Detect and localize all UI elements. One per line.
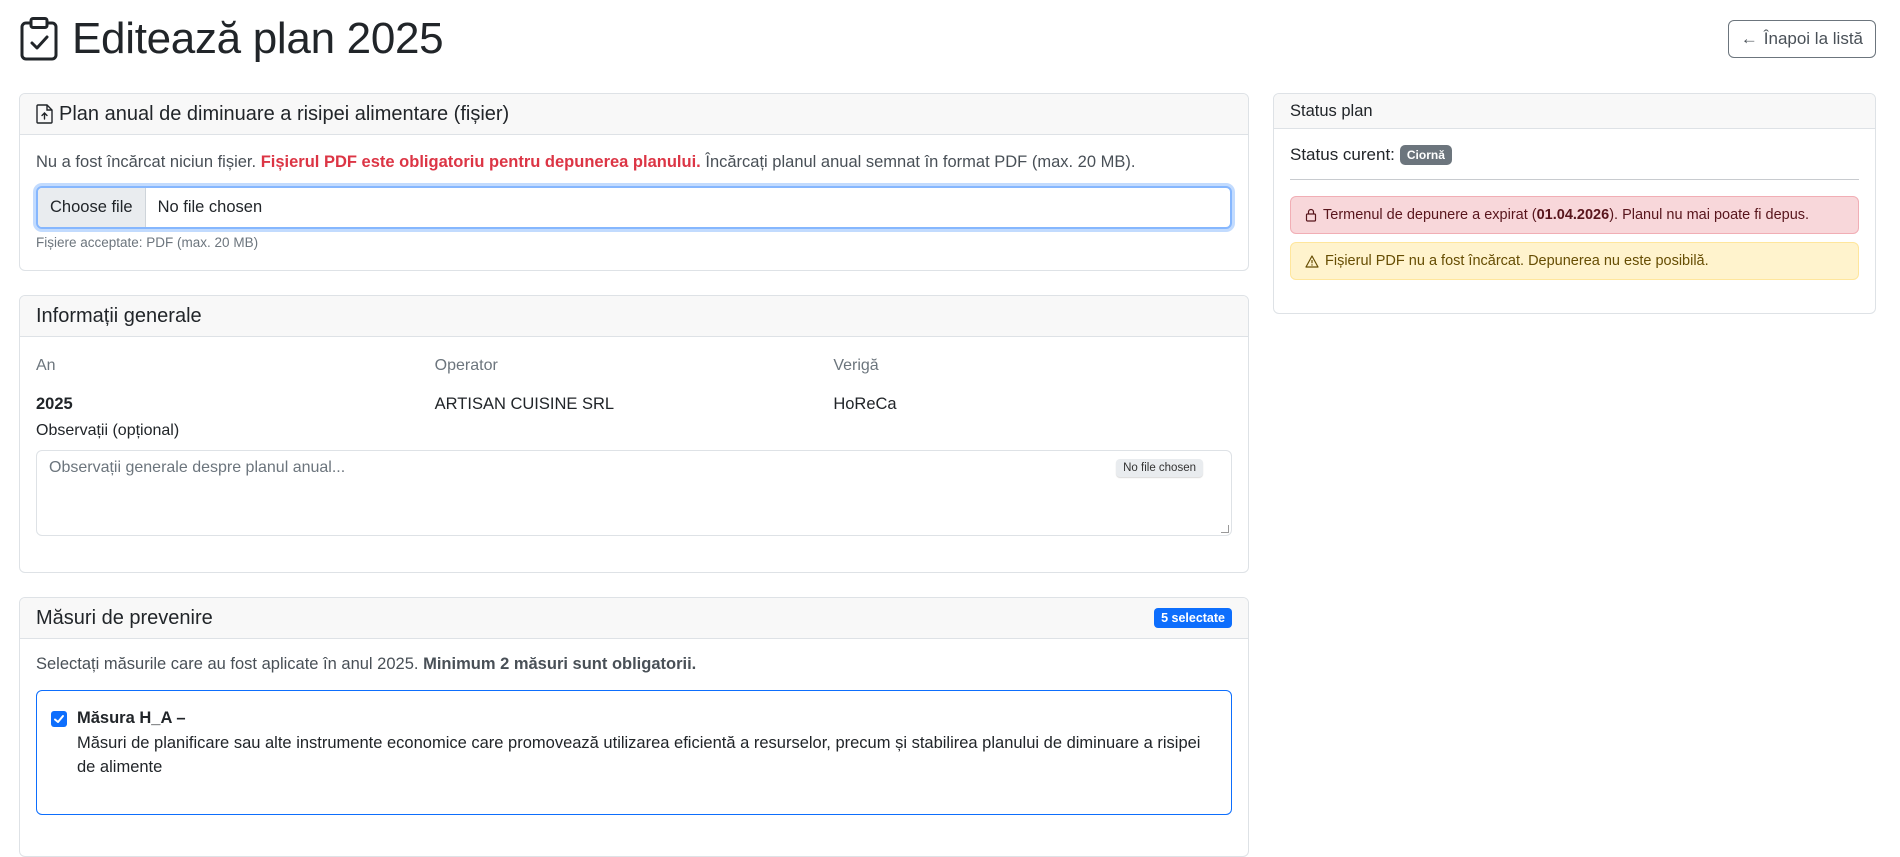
deadline-alert: Termenul de depunere a expirat (01.04.20… xyxy=(1290,196,1859,234)
plan-file-card-body: Nu a fost încărcat niciun fișier. Fișier… xyxy=(20,135,1248,266)
page-title: Editează plan 2025 xyxy=(72,14,444,63)
warning-triangle-icon xyxy=(1305,254,1319,268)
observations-label: Observații (opțional) xyxy=(36,422,180,439)
upload-status-prefix: Nu a fost încărcat niciun fișier. xyxy=(36,153,257,171)
measures-intro-text: Selectați măsurile care au fost aplicate… xyxy=(36,655,419,673)
arrow-left-icon: ← xyxy=(1740,29,1758,48)
divider xyxy=(1290,179,1859,180)
measure-description: Măsuri de planificare sau alte instrumen… xyxy=(77,734,1201,776)
deadline-alert-prefix: Termenul de depunere a expirat ( xyxy=(1323,207,1537,223)
check-icon xyxy=(54,715,64,723)
file-help-text: Fișiere acceptate: PDF (max. 20 MB) xyxy=(36,235,259,251)
status-card: Status plan Status curent: Ciornă Termen… xyxy=(1273,93,1876,314)
current-status-label: Status curent: xyxy=(1290,145,1395,164)
operator-label: Operator xyxy=(434,357,498,374)
operator-value: ARTISAN CUISINE SRL xyxy=(434,395,615,413)
status-card-title: Status plan xyxy=(1290,101,1373,120)
measures-intro: Selectați măsurile care au fost aplicate… xyxy=(36,655,1232,674)
back-to-list-button[interactable]: ← Înapoi la listă xyxy=(1727,20,1876,58)
pdf-file-input[interactable]: Choose file No file chosen xyxy=(36,186,1232,230)
status-card-body: Status curent: Ciornă Termenul de depune… xyxy=(1274,129,1875,296)
year-value: 2025 xyxy=(36,395,73,413)
deadline-alert-suffix: ). Planul nu mai poate fi depus. xyxy=(1609,207,1810,223)
chain-value: HoReCa xyxy=(833,395,897,413)
file-chosen-status: No file chosen xyxy=(157,198,263,217)
info-grid: An 2025 Operator ARTISAN CUISINE SRL Ver… xyxy=(36,353,1232,414)
general-info-card-body: An 2025 Operator ARTISAN CUISINE SRL Ver… xyxy=(20,337,1248,552)
deadline-date: 01.04.2026 xyxy=(1536,207,1610,223)
pdf-missing-alert-text: Fișierul PDF nu a fost încărcat. Depuner… xyxy=(1325,253,1709,269)
observations-placeholder: Observații generale despre planul anual.… xyxy=(49,459,346,476)
selected-count-badge: 5 selectate xyxy=(1154,608,1232,628)
resize-handle-icon[interactable] xyxy=(1221,525,1229,533)
measure-checkbox[interactable] xyxy=(51,711,67,727)
pdf-missing-alert: Fișierul PDF nu a fost încărcat. Depuner… xyxy=(1290,242,1859,280)
measure-title: Măsura H_A – xyxy=(77,709,186,727)
prevention-measures-card-body: Selectați măsurile care au fost aplicate… xyxy=(20,639,1248,831)
lock-icon xyxy=(1305,208,1317,222)
measure-item[interactable]: Măsura H_A – Măsuri de planificare sau a… xyxy=(36,690,1232,815)
deadline-alert-text: Termenul de depunere a expirat (01.04.20… xyxy=(1323,207,1809,223)
upload-instructions-text: Încărcați planul anual semnat în format … xyxy=(705,153,1136,171)
plan-file-card-header: Plan anual de diminuare a risipei alimen… xyxy=(20,94,1248,135)
prevention-measures-card: Măsuri de prevenire 5 selectate Selectaț… xyxy=(19,597,1249,857)
status-card-header: Status plan xyxy=(1274,94,1875,129)
upload-required-text: Fișierul PDF este obligatoriu pentru dep… xyxy=(260,153,701,171)
observations-file-pill: No file chosen xyxy=(1116,459,1203,477)
plan-file-card-title: Plan anual de diminuare a risipei alimen… xyxy=(36,103,509,126)
year-label: An xyxy=(36,357,56,374)
year-field: An 2025 xyxy=(36,353,435,414)
measures-intro-bold: Minimum 2 măsuri sunt obligatorii. xyxy=(423,655,697,673)
general-info-card-header: Informații generale xyxy=(20,296,1248,337)
plan-file-title-text: Plan anual de diminuare a risipei alimen… xyxy=(59,102,510,125)
general-info-card: Informații generale An 2025 Operator ART… xyxy=(19,295,1249,573)
chain-field: Verigă HoReCa xyxy=(833,353,1232,414)
page-header: Editează plan 2025 ← Înapoi la listă xyxy=(20,14,1876,64)
choose-file-button[interactable]: Choose file xyxy=(38,188,146,228)
measure-content: Măsura H_A – Măsuri de planificare sau a… xyxy=(77,709,1215,780)
back-button-label: Înapoi la listă xyxy=(1763,29,1863,48)
observations-textarea[interactable]: Observații generale despre planul anual.… xyxy=(36,450,1232,536)
clipboard-check-icon xyxy=(20,17,58,61)
chain-label: Verigă xyxy=(833,357,879,374)
general-info-title: Informații generale xyxy=(36,304,202,327)
title-wrap: Editează plan 2025 xyxy=(20,14,444,64)
current-status-row: Status curent: Ciornă xyxy=(1290,145,1859,165)
upload-status-text: Nu a fost încărcat niciun fișier. Fișier… xyxy=(36,151,1232,174)
prevention-measures-card-header: Măsuri de prevenire 5 selectate xyxy=(20,598,1248,639)
prevention-measures-title: Măsuri de prevenire xyxy=(36,606,213,629)
plan-file-card: Plan anual de diminuare a risipei alimen… xyxy=(19,93,1249,271)
status-badge: Ciornă xyxy=(1399,145,1452,165)
operator-field: Operator ARTISAN CUISINE SRL xyxy=(435,353,834,414)
file-upload-icon xyxy=(36,104,53,124)
